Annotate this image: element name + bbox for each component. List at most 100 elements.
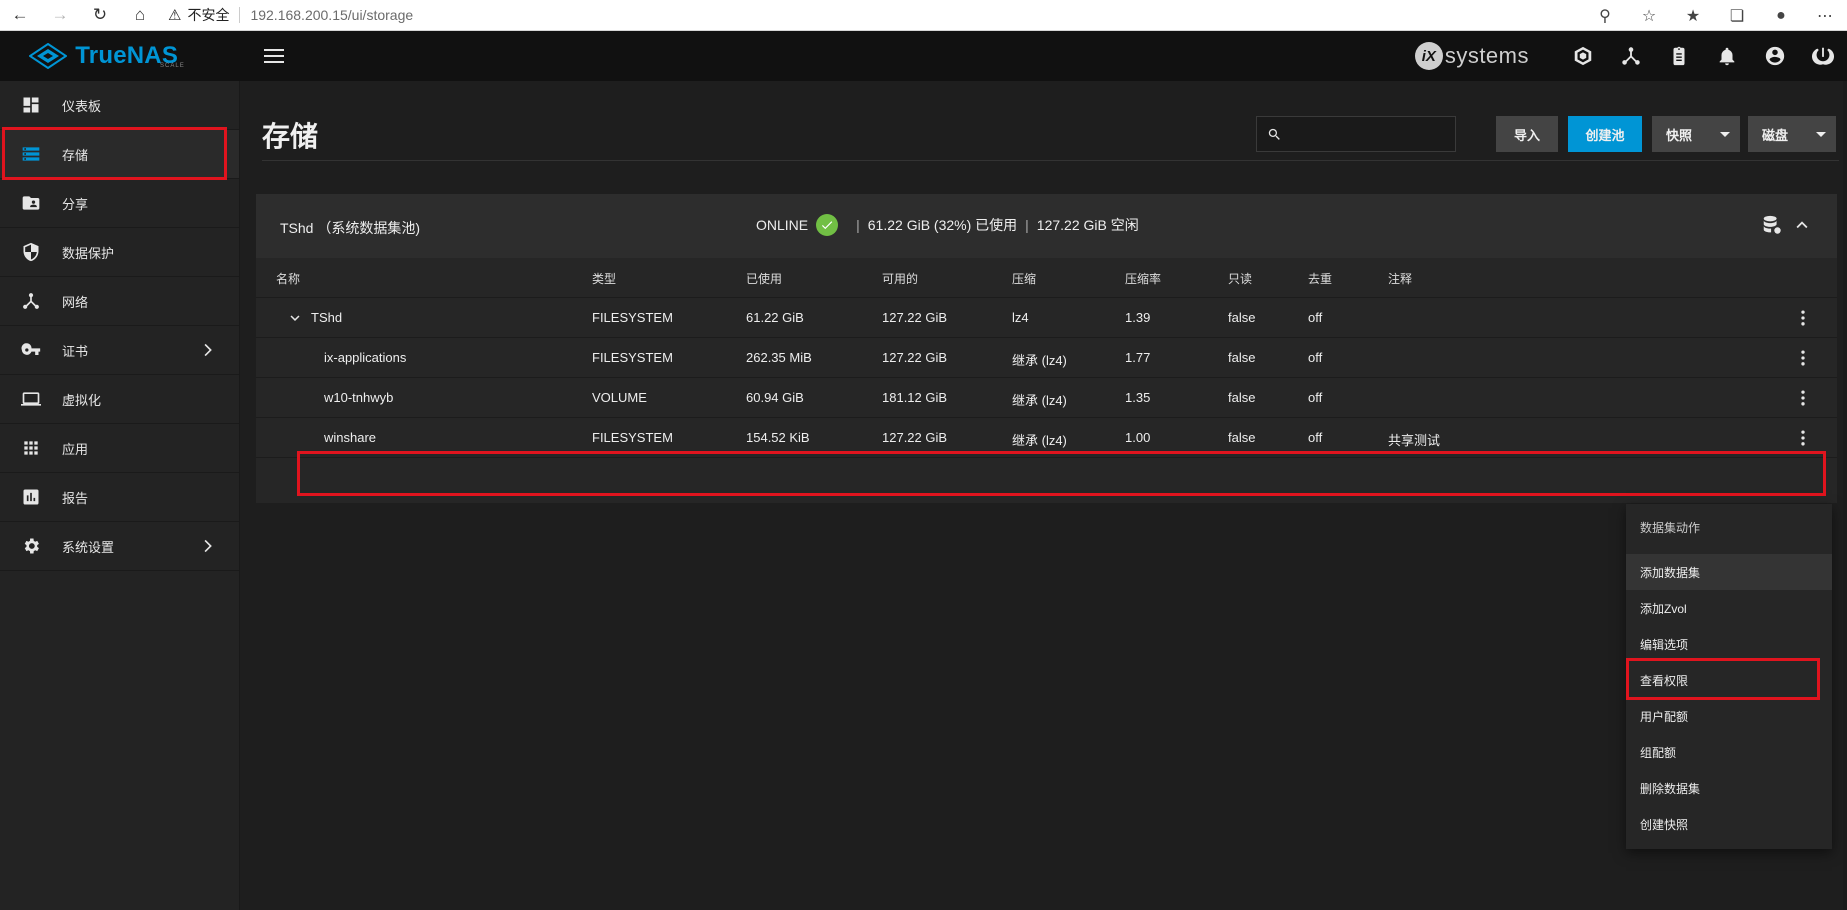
ixsystems-logo[interactable]: iX systems bbox=[1414, 42, 1529, 70]
column-header[interactable]: 名称 bbox=[276, 270, 300, 287]
title-divider bbox=[262, 160, 1839, 161]
sidebar-item-virtualization[interactable]: 虚拟化 bbox=[0, 375, 239, 424]
dataset-readonly: false bbox=[1228, 390, 1256, 405]
chart-icon bbox=[20, 486, 42, 508]
column-header[interactable]: 类型 bbox=[592, 270, 616, 287]
snapshots-label: 快照 bbox=[1666, 127, 1693, 143]
home-icon[interactable]: ⌂ bbox=[120, 0, 160, 31]
column-header[interactable]: 注释 bbox=[1388, 270, 1412, 287]
sidebar-item-reports[interactable]: 报告 bbox=[0, 473, 239, 522]
search-field[interactable] bbox=[1256, 116, 1456, 152]
truecommand-icon[interactable] bbox=[1559, 31, 1607, 81]
column-header[interactable]: 去重 bbox=[1308, 270, 1332, 287]
dataset-dedup: off bbox=[1308, 350, 1323, 365]
favorites-icon[interactable]: ★ bbox=[1671, 6, 1715, 26]
check-circle-icon bbox=[816, 214, 839, 236]
warning-icon: ⚠ bbox=[168, 7, 182, 24]
pool-used: 61.22 GiB (32%) 已使用 bbox=[867, 217, 1018, 233]
menu-item-add-zvol[interactable]: 添加Zvol bbox=[1626, 590, 1832, 626]
sidebar-item-apps[interactable]: 应用 bbox=[0, 424, 239, 473]
column-header[interactable]: 可用的 bbox=[882, 270, 918, 287]
table-row[interactable]: winshare FILESYSTEM 154.52 KiB 127.22 Gi… bbox=[256, 418, 1837, 458]
sidebar-item-label: 虚拟化 bbox=[62, 392, 102, 408]
table-row[interactable]: ix-applications FILESYSTEM 262.35 MiB 12… bbox=[256, 338, 1837, 378]
dataset-used: 154.52 KiB bbox=[746, 430, 810, 445]
forward-icon[interactable]: → bbox=[40, 0, 80, 31]
dataset-ratio: 1.39 bbox=[1125, 310, 1151, 325]
dataset-used: 60.94 GiB bbox=[746, 390, 804, 405]
menu-item-add-dataset[interactable]: 添加数据集 bbox=[1626, 554, 1832, 590]
more-menu-icon[interactable]: ⋯ bbox=[1803, 6, 1847, 26]
dataset-dedup: off bbox=[1308, 390, 1323, 405]
create-pool-button[interactable]: 创建池 bbox=[1568, 116, 1642, 152]
ix-systems-text: systems bbox=[1444, 43, 1529, 68]
snapshots-button[interactable]: 快照 bbox=[1652, 116, 1740, 152]
back-icon[interactable]: ← bbox=[0, 0, 40, 31]
truenas-logo[interactable]: TrueNAS SCALE bbox=[0, 31, 240, 81]
task-manager-icon[interactable] bbox=[1655, 31, 1703, 81]
sidebar-item-certificates[interactable]: 证书 bbox=[0, 326, 239, 375]
main-content: 存储 导入 创建池 快照 磁盘 TShd （系统数据集池) ONLINE | 6… bbox=[240, 81, 1847, 910]
favorite-add-icon[interactable]: ☆ bbox=[1627, 6, 1671, 26]
bell-icon[interactable] bbox=[1703, 31, 1751, 81]
sidebar-item-shares[interactable]: 分享 bbox=[0, 179, 239, 228]
browser-toolbar: ← → ↻ ⌂ ⚠ 不安全 192.168.200.15/ui/storage … bbox=[0, 0, 1847, 31]
scrollbar[interactable] bbox=[1843, 81, 1847, 910]
pool-card: TShd （系统数据集池) ONLINE | 61.22 GiB (32%) 已… bbox=[256, 194, 1837, 503]
column-header[interactable]: 已使用 bbox=[746, 270, 782, 287]
menu-item-delete-dataset[interactable]: 删除数据集 bbox=[1626, 770, 1832, 806]
key-icon[interactable]: ⚲ bbox=[1583, 6, 1627, 26]
column-header[interactable]: 压缩 bbox=[1012, 270, 1036, 287]
sidebar-item-system-settings[interactable]: 系统设置 bbox=[0, 522, 239, 571]
dataset-actions-menu: 数据集动作 添加数据集 添加Zvol 编辑选项 查看权限 用户配额 组配额 删除… bbox=[1626, 504, 1832, 849]
dataset-available: 127.22 GiB bbox=[882, 430, 948, 445]
dataset-ratio: 1.77 bbox=[1125, 350, 1151, 365]
column-header[interactable]: 只读 bbox=[1228, 270, 1252, 287]
sidebar-item-data-protection[interactable]: 数据保护 bbox=[0, 228, 239, 277]
menu-toggle-icon[interactable] bbox=[264, 42, 292, 70]
menu-item-edit-options[interactable]: 编辑选项 bbox=[1626, 626, 1832, 662]
pool-settings-icon[interactable] bbox=[1761, 214, 1783, 236]
table-row[interactable]: TShd FILESYSTEM 61.22 GiB 127.22 GiB lz4… bbox=[256, 298, 1837, 338]
power-icon[interactable] bbox=[1799, 31, 1847, 81]
sidebar-item-storage[interactable]: 存储 bbox=[0, 130, 239, 179]
sidebar: 仪表板 存储 分享 数据保护 网络 证书 虚拟化 应用 报告 系统设置 bbox=[0, 81, 240, 910]
apps-grid-icon bbox=[20, 437, 42, 459]
chevron-up-icon[interactable] bbox=[1791, 214, 1813, 236]
profile-icon[interactable]: ● bbox=[1759, 7, 1803, 25]
laptop-icon bbox=[20, 388, 42, 410]
more-vert-icon[interactable] bbox=[1793, 308, 1813, 328]
chevron-down-icon[interactable] bbox=[286, 309, 304, 327]
pool-header: TShd （系统数据集池) ONLINE | 61.22 GiB (32%) 已… bbox=[256, 194, 1837, 258]
sidebar-item-label: 存储 bbox=[62, 147, 89, 163]
menu-item-user-quotas[interactable]: 用户配额 bbox=[1626, 698, 1832, 734]
security-label: 不安全 bbox=[187, 7, 230, 23]
sidebar-item-label: 证书 bbox=[62, 343, 89, 359]
disks-button[interactable]: 磁盘 bbox=[1748, 116, 1836, 152]
account-icon[interactable] bbox=[1751, 31, 1799, 81]
dataset-name: winshare bbox=[324, 430, 377, 445]
more-vert-icon[interactable] bbox=[1793, 428, 1813, 448]
collections-icon[interactable]: ❏ bbox=[1715, 6, 1759, 26]
table-row[interactable]: w10-tnhwyb VOLUME 60.94 GiB 181.12 GiB 继… bbox=[256, 378, 1837, 418]
truenas-mark-icon bbox=[29, 43, 68, 69]
directory-services-icon[interactable] bbox=[1607, 31, 1655, 81]
menu-item-create-snapshot[interactable]: 创建快照 bbox=[1626, 806, 1832, 842]
sidebar-item-label: 报告 bbox=[62, 490, 89, 506]
refresh-icon[interactable]: ↻ bbox=[80, 0, 120, 31]
menu-item-view-permissions[interactable]: 查看权限 bbox=[1626, 662, 1832, 698]
menu-item-group-quotas[interactable]: 组配额 bbox=[1626, 734, 1832, 770]
more-vert-icon[interactable] bbox=[1793, 388, 1813, 408]
sidebar-item-network[interactable]: 网络 bbox=[0, 277, 239, 326]
network-icon bbox=[20, 290, 42, 312]
import-button[interactable]: 导入 bbox=[1496, 116, 1558, 152]
search-input[interactable] bbox=[1290, 126, 1450, 142]
sidebar-item-dashboard[interactable]: 仪表板 bbox=[0, 81, 239, 130]
dataset-type: FILESYSTEM bbox=[592, 350, 673, 365]
address-bar[interactable]: ⚠ 不安全 192.168.200.15/ui/storage bbox=[168, 0, 413, 31]
caret-down-icon bbox=[1816, 132, 1826, 137]
more-vert-icon[interactable] bbox=[1793, 348, 1813, 368]
url-text[interactable]: 192.168.200.15/ui/storage bbox=[250, 7, 413, 23]
column-header[interactable]: 压缩率 bbox=[1125, 270, 1161, 287]
dataset-compression: lz4 bbox=[1012, 310, 1029, 325]
